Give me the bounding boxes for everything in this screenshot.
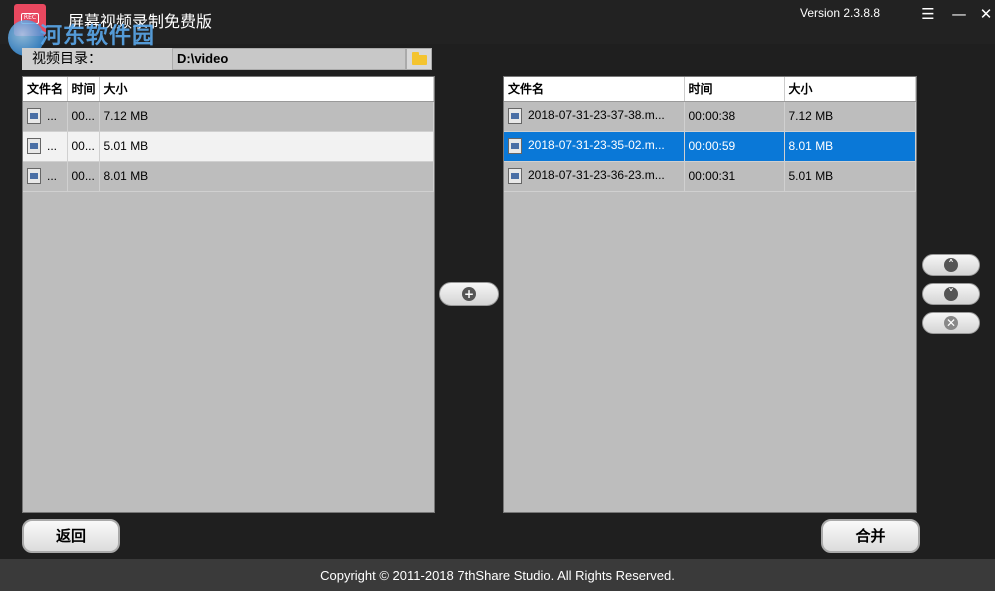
- chevron-down-icon: ˅: [944, 287, 958, 301]
- time-cell: 00...: [67, 101, 100, 132]
- table-header: 文件名 时间 大小: [23, 77, 434, 102]
- time-cell: 00...: [67, 131, 100, 162]
- file-name-cell: ...: [23, 131, 68, 162]
- time-cell: 00:00:59: [684, 131, 785, 162]
- table-row[interactable]: ... 00... 7.12 MB: [23, 101, 434, 132]
- source-table: 文件名 时间 大小 ... 00... 7.12 MB ... 00... 5.…: [23, 77, 434, 192]
- close-icon[interactable]: ✕: [975, 3, 995, 25]
- rec-label: REC: [21, 13, 39, 24]
- title-bar: REC 屏幕视频录制免费版 Version 2.3.8.8 ☰ — ✕: [0, 0, 995, 44]
- move-down-button[interactable]: ˅: [922, 283, 980, 305]
- add-to-merge-button[interactable]: +: [439, 282, 499, 306]
- version-label: Version 2.3.8.8: [800, 6, 881, 20]
- file-name-cell: 2018-07-31-23-35-02.m...: [504, 131, 685, 162]
- video-file-icon: [508, 138, 522, 154]
- file-name-cell: 2018-07-31-23-36-23.m...: [504, 161, 685, 192]
- browse-folder-button[interactable]: [406, 48, 432, 70]
- minimize-icon[interactable]: —: [948, 3, 970, 25]
- directory-label: 视频目录：: [22, 48, 172, 70]
- time-cell: 00...: [67, 161, 100, 192]
- copyright-text: Copyright © 2011-2018 7thShare Studio. A…: [320, 568, 675, 583]
- directory-row: 视频目录： D:\video: [22, 48, 432, 70]
- merge-table: 文件名 时间 大小 2018-07-31-23-37-38.m... 00:00…: [504, 77, 916, 192]
- table-row[interactable]: 2018-07-31-23-36-23.m... 00:00:31 5.01 M…: [504, 161, 916, 192]
- column-header-time[interactable]: 时间: [67, 77, 100, 102]
- folder-icon: [412, 52, 427, 65]
- move-up-button[interactable]: ˄: [922, 254, 980, 276]
- app-title: 屏幕视频录制免费版: [68, 12, 213, 31]
- app-logo-icon: REC: [14, 4, 46, 36]
- size-cell: 8.01 MB: [784, 131, 916, 162]
- chevron-up-icon: ˄: [944, 258, 958, 272]
- menu-icon[interactable]: ☰: [917, 3, 939, 25]
- table-row[interactable]: ... 00... 8.01 MB: [23, 161, 434, 192]
- column-header-name[interactable]: 文件名: [504, 77, 685, 102]
- file-name-cell: ...: [23, 101, 68, 132]
- video-file-icon: [27, 108, 41, 124]
- back-button[interactable]: 返回: [22, 519, 120, 553]
- column-header-size[interactable]: 大小: [99, 77, 434, 102]
- video-file-icon: [508, 168, 522, 184]
- size-cell: 5.01 MB: [784, 161, 916, 192]
- size-cell: 7.12 MB: [99, 101, 434, 132]
- table-row[interactable]: ... 00... 5.01 MB: [23, 131, 434, 162]
- size-cell: 8.01 MB: [99, 161, 434, 192]
- merge-button[interactable]: 合并: [821, 519, 920, 553]
- table-row[interactable]: 2018-07-31-23-37-38.m... 00:00:38 7.12 M…: [504, 101, 916, 132]
- source-file-list[interactable]: 文件名 时间 大小 ... 00... 7.12 MB ... 00... 5.…: [22, 76, 435, 513]
- column-header-size[interactable]: 大小: [784, 77, 916, 102]
- table-header: 文件名 时间 大小: [504, 77, 916, 102]
- video-file-icon: [27, 168, 41, 184]
- delete-button[interactable]: ✕: [922, 312, 980, 334]
- plus-icon: +: [462, 287, 476, 301]
- video-file-icon: [508, 108, 522, 124]
- merge-file-list[interactable]: 文件名 时间 大小 2018-07-31-23-37-38.m... 00:00…: [503, 76, 917, 513]
- file-name-cell: 2018-07-31-23-37-38.m...: [504, 101, 685, 132]
- file-name-cell: ...: [23, 161, 68, 192]
- trash-icon: ✕: [944, 316, 958, 330]
- column-header-time[interactable]: 时间: [684, 77, 785, 102]
- size-cell: 7.12 MB: [784, 101, 916, 132]
- time-cell: 00:00:31: [684, 161, 785, 192]
- directory-path-field[interactable]: D:\video: [172, 48, 406, 70]
- video-file-icon: [27, 138, 41, 154]
- column-header-name[interactable]: 文件名: [23, 77, 68, 102]
- footer: Copyright © 2011-2018 7thShare Studio. A…: [0, 559, 995, 591]
- size-cell: 5.01 MB: [99, 131, 434, 162]
- time-cell: 00:00:38: [684, 101, 785, 132]
- table-row-selected[interactable]: 2018-07-31-23-35-02.m... 00:00:59 8.01 M…: [504, 131, 916, 162]
